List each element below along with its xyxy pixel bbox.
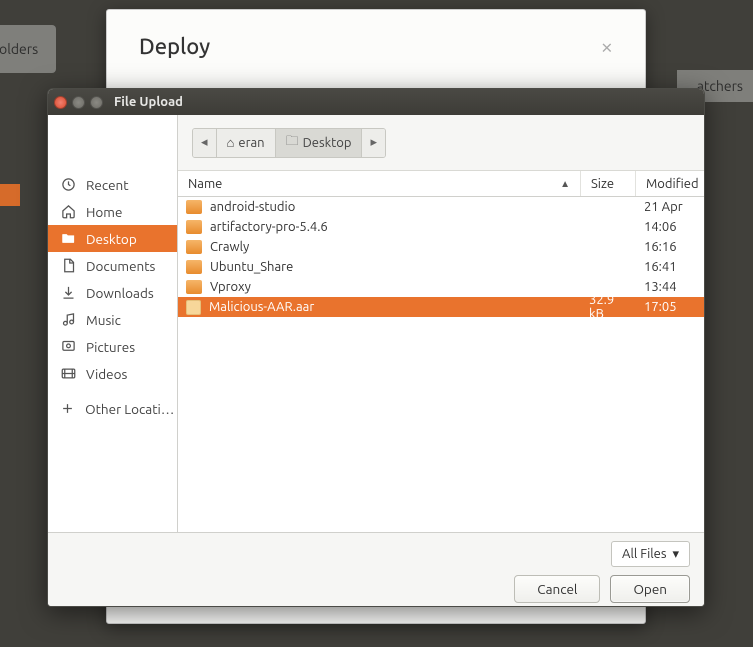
sort-ascending-icon: ▲: [560, 178, 570, 190]
column-header-modified[interactable]: Modified: [636, 171, 704, 196]
home-icon: ⌂: [227, 135, 235, 150]
file-type-filter-dropdown[interactable]: All Files ▾: [611, 541, 690, 567]
chevron-down-icon: ▾: [672, 547, 679, 562]
file-name: artifactory-pro-5.4.6: [210, 220, 328, 234]
sidebar-item-label: Home: [86, 204, 122, 220]
file-modified: 13:44: [636, 280, 704, 294]
sidebar-item-label: Music: [86, 312, 121, 328]
deploy-close-button[interactable]: ×: [601, 34, 613, 59]
list-item[interactable]: android-studio 21 Apr: [178, 197, 704, 217]
clock-icon: [60, 177, 76, 192]
sidebar-item-label: Downloads: [86, 285, 154, 301]
list-item[interactable]: Ubuntu_Share 16:41: [178, 257, 704, 277]
file-upload-dialog: File Upload ◂ ⌂ eran 🗀 Desktop ▸: [47, 88, 705, 607]
folder-icon: [60, 231, 76, 246]
file-modified: 16:16: [636, 240, 704, 254]
list-item[interactable]: artifactory-pro-5.4.6 14:06: [178, 217, 704, 237]
folder-icon: [186, 220, 202, 234]
file-name: android-studio: [210, 200, 295, 214]
column-label: Size: [591, 177, 614, 191]
file-name: Vproxy: [210, 280, 251, 294]
dialog-bottom-bar: All Files ▾ Cancel Open: [48, 532, 704, 606]
file-modified: 16:41: [636, 260, 704, 274]
columns-header: Name ▲ Size Modified: [178, 171, 704, 197]
filter-label: All Files: [622, 547, 666, 561]
file-pane: Name ▲ Size Modified android-studio 21 A…: [178, 171, 704, 532]
file-name: Crawly: [210, 240, 249, 254]
sidebar-item-pictures[interactable]: Pictures: [48, 333, 177, 360]
file-modified: 14:06: [636, 220, 704, 234]
open-button[interactable]: Open: [610, 575, 690, 603]
breadcrumb: ◂ ⌂ eran 🗀 Desktop ▸: [178, 115, 704, 171]
videos-icon: [60, 366, 76, 381]
folder-icon: 🗀: [286, 132, 299, 154]
pictures-icon: [60, 339, 76, 354]
music-icon: [60, 312, 76, 327]
list-item[interactable]: Malicious-AAR.aar 32.9 kB 17:05: [178, 297, 704, 317]
window-minimize-button[interactable]: [72, 96, 85, 109]
sidebar-item-label: Other Locations: [85, 401, 177, 417]
dialog-titlebar[interactable]: File Upload: [48, 89, 704, 115]
breadcrumb-home-label: eran: [238, 136, 264, 150]
breadcrumb-back-button[interactable]: ◂: [193, 129, 217, 157]
plus-icon: [60, 401, 75, 416]
file-modified: 21 Apr: [636, 200, 704, 214]
file-size: 32.9 kB: [581, 293, 636, 321]
folder-icon: [186, 280, 202, 294]
column-header-size[interactable]: Size: [581, 171, 636, 196]
column-label: Name: [188, 177, 222, 191]
folder-icon: [186, 200, 202, 214]
sidebar-item-label: Videos: [86, 366, 127, 382]
breadcrumb-forward-button[interactable]: ▸: [362, 129, 385, 157]
list-item[interactable]: Crawly 16:16: [178, 237, 704, 257]
sidebar-item-other-locations[interactable]: Other Locations: [48, 395, 177, 422]
column-header-name[interactable]: Name ▲: [178, 171, 581, 196]
sidebar-item-label: Pictures: [86, 339, 135, 355]
button-label: Open: [633, 581, 667, 597]
file-list: android-studio 21 Apr artifactory-pro-5.…: [178, 197, 704, 532]
button-label: Cancel: [537, 581, 577, 597]
breadcrumb-current-label: Desktop: [303, 136, 352, 150]
archive-file-icon: [186, 300, 201, 315]
sidebar-item-label: Documents: [86, 258, 155, 274]
document-icon: [60, 258, 76, 273]
dialog-title: File Upload: [114, 95, 183, 109]
sidebar-item-music[interactable]: Music: [48, 306, 177, 333]
window-close-button[interactable]: [54, 96, 67, 109]
cancel-button[interactable]: Cancel: [514, 575, 600, 603]
deploy-title: Deploy: [139, 34, 210, 59]
places-sidebar: Recent Home Desktop: [48, 171, 178, 532]
folder-icon: [186, 240, 202, 254]
file-modified: 17:05: [636, 300, 704, 314]
sidebar-item-recent[interactable]: Recent: [48, 171, 177, 198]
sidebar-item-videos[interactable]: Videos: [48, 360, 177, 387]
sidebar-item-label: Desktop: [86, 231, 137, 247]
sidebar-item-downloads[interactable]: Downloads: [48, 279, 177, 306]
file-name: Ubuntu_Share: [210, 260, 293, 274]
background-selection-bar: [0, 184, 20, 206]
sidebar-item-home[interactable]: Home: [48, 198, 177, 225]
sidebar-item-desktop[interactable]: Desktop: [48, 225, 177, 252]
download-icon: [60, 285, 76, 300]
sidebar-item-label: Recent: [86, 177, 129, 193]
breadcrumb-home[interactable]: ⌂ eran: [217, 129, 276, 157]
file-name: Malicious-AAR.aar: [209, 300, 314, 314]
breadcrumb-current[interactable]: 🗀 Desktop: [276, 129, 363, 157]
folder-icon: [186, 260, 202, 274]
home-icon: [60, 204, 76, 219]
window-maximize-button[interactable]: [90, 96, 103, 109]
column-label: Modified: [646, 177, 699, 191]
sidebar-item-documents[interactable]: Documents: [48, 252, 177, 279]
